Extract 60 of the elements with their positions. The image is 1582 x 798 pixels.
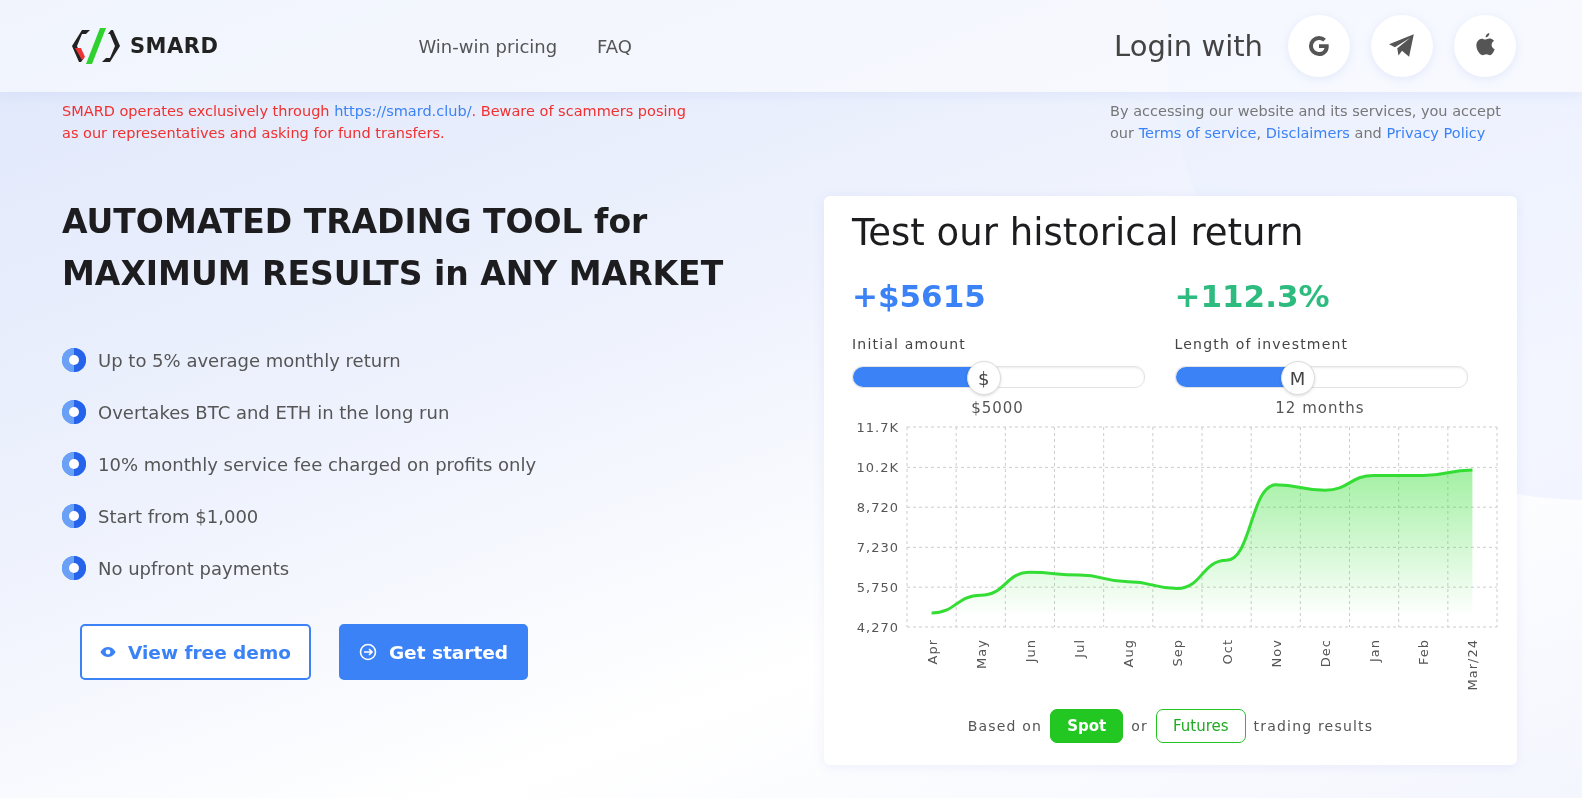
feature-text: No upfront payments (98, 557, 290, 579)
login-label: Login with (1114, 29, 1263, 63)
paper-plane-icon (1387, 33, 1417, 59)
slider-thumb[interactable]: M (1280, 361, 1315, 395)
hero-heading: AUTOMATED TRADING TOOL for MAXIMUM RESULTS in ANY MARKET (62, 201, 725, 295)
axis-label: Oct (1219, 639, 1235, 665)
slider-thumb[interactable]: $ (966, 361, 1001, 395)
axis-label: 10.2K (856, 460, 899, 476)
basis-label: or (1131, 718, 1148, 734)
policy-link[interactable]: Terms of service (1138, 125, 1257, 141)
axis-label: 8,720 (856, 500, 899, 516)
toggle-button[interactable]: Spot (1050, 709, 1124, 743)
axis-label: Sep (1170, 639, 1186, 667)
nav-link[interactable]: Win-win pricing (418, 35, 558, 57)
axis-label: 7,230 (856, 540, 899, 556)
bullet-icon (62, 556, 86, 580)
slider-label: Length of investment (1174, 336, 1350, 352)
axis-label: Aug (1121, 639, 1137, 668)
axis-label: Mar/24 (1465, 639, 1481, 691)
basis-label: trading results (1253, 718, 1374, 734)
axis-label: May (973, 639, 989, 669)
axis-label: Apr (924, 639, 940, 665)
bullet-icon (62, 400, 86, 424)
toggle-button[interactable]: Futures (1155, 709, 1246, 743)
demo-button[interactable]: View free demo (80, 624, 311, 680)
axis-label: 4,270 (856, 620, 899, 635)
profit-percent: +112.3% (1174, 277, 1331, 316)
slider-value: 12 months (1274, 398, 1366, 418)
axis-label: Nov (1268, 639, 1284, 668)
axis-label: Jan (1367, 639, 1383, 663)
bullet-icon (62, 348, 86, 372)
axis-label: 11.7K (856, 420, 899, 435)
bullet-icon (62, 504, 86, 528)
terms-notice: By accessing our website and its services, you accept our Terms of service, Disclaimers and Privacy Policy (1110, 102, 1502, 143)
basis-label: Based on (967, 718, 1043, 734)
axis-label: 5,750 (856, 580, 899, 596)
feature-text: Up to 5% average monthly return (98, 349, 401, 371)
slider-value: $5000 (970, 398, 1025, 418)
scam-warning: SMARD operates exclusively through https://smard.club/. Beware of scammers posing as our representatives and asking for fund transfers. (62, 102, 687, 143)
bullet-icon (62, 452, 86, 476)
axis-label: Jun (1022, 639, 1038, 663)
feature-text: 10% monthly service fee charged on profits only (98, 453, 537, 475)
feature-text: Start from $1,000 (98, 505, 259, 527)
policy-link[interactable]: Privacy Policy (1386, 125, 1486, 141)
brand-name: SMARD (130, 34, 219, 58)
google-icon (1306, 33, 1332, 59)
profit-amount: +$5615 (852, 277, 987, 316)
axis-label: Dec (1317, 639, 1333, 668)
slider-label: Initial amount (852, 336, 967, 352)
axis-label: Jul (1072, 639, 1088, 658)
policy-link[interactable]: Disclaimers (1265, 125, 1350, 141)
nav-link[interactable]: FAQ (597, 35, 632, 57)
logo-icon (72, 26, 120, 66)
eye-icon (100, 646, 116, 658)
feature-text: Overtakes BTC and ETH in the long run (98, 401, 450, 423)
axis-label: Feb (1416, 639, 1432, 666)
card-title: Test our historical return (852, 210, 1305, 256)
site-link[interactable]: https://smard.club/ (334, 103, 472, 119)
arrow-circle-icon (358, 643, 377, 661)
get-started-button[interactable]: Get started (338, 624, 529, 680)
